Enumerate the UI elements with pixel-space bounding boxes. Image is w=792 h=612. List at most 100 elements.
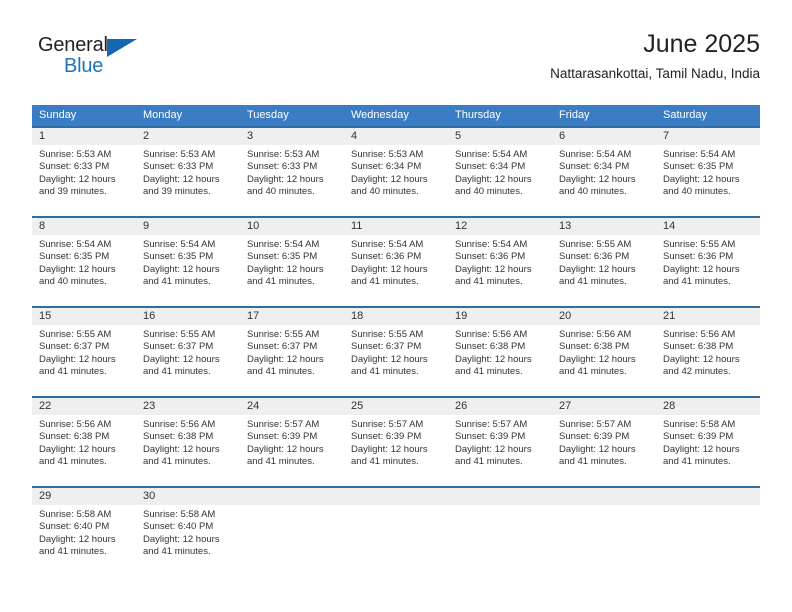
calendar-day-cell[interactable]: 13 Sunrise: 5:55 AM Sunset: 6:36 PM Dayligh… <box>552 216 656 307</box>
calendar-day-cell[interactable]: 19 Sunrise: 5:56 AM Sunset: 6:38 PM Dayligh… <box>448 306 552 397</box>
day-number: 6 <box>552 128 656 145</box>
calendar-week-row: 29 Sunrise: 5:58 AM Sunset: 6:40 PM Dayligh… <box>32 486 760 573</box>
sunset-text: Sunset: 6:40 PM <box>39 521 110 533</box>
daylight-text-line2: and 42 minutes. <box>663 366 731 378</box>
sunset-text: Sunset: 6:37 PM <box>39 341 110 353</box>
calendar-day-cell[interactable]: 3 Sunrise: 5:53 AM Sunset: 6:33 PM Daylight… <box>240 126 344 217</box>
sunrise-text: Sunrise: 5:53 AM <box>143 149 216 160</box>
day-details: Sunrise: 5:53 AM Sunset: 6:34 PM Daylight:… <box>344 145 448 199</box>
calendar-day-cell[interactable]: 11 Sunrise: 5:54 AM Sunset: 6:36 PM Dayligh… <box>344 216 448 307</box>
calendar-day-cell[interactable]: 24 Sunrise: 5:57 AM Sunset: 6:39 PM Dayligh… <box>240 396 344 487</box>
daylight-text-line2: and 41 minutes. <box>351 456 419 468</box>
daylight-text-line1: Daylight: 12 hours <box>559 353 636 365</box>
day-details: Sunrise: 5:57 AM Sunset: 6:39 PM Daylight:… <box>552 415 656 469</box>
calendar-day-cell[interactable]: 5 Sunrise: 5:54 AM Sunset: 6:34 PM Daylight… <box>448 126 552 217</box>
sunset-text: Sunset: 6:39 PM <box>351 431 422 443</box>
calendar-day-cell[interactable]: 6 Sunrise: 5:54 AM Sunset: 6:34 PM Daylight… <box>552 126 656 217</box>
day-details <box>448 505 552 509</box>
day-number: 22 <box>32 398 136 415</box>
day-number: 26 <box>448 398 552 415</box>
sunset-text: Sunset: 6:36 PM <box>559 251 630 263</box>
day-details: Sunrise: 5:56 AM Sunset: 6:38 PM Daylight:… <box>552 325 656 379</box>
weekday-header-saturday: Saturday <box>656 105 760 127</box>
sunset-text: Sunset: 6:35 PM <box>143 251 214 263</box>
daylight-text-line1: Daylight: 12 hours <box>351 263 428 275</box>
calendar-day-cell-empty <box>552 486 656 573</box>
calendar-day-cell[interactable]: 22 Sunrise: 5:56 AM Sunset: 6:38 PM Dayligh… <box>32 396 136 487</box>
day-details: Sunrise: 5:54 AM Sunset: 6:34 PM Daylight:… <box>448 145 552 199</box>
day-number: 14 <box>656 218 760 235</box>
calendar-day-cell[interactable]: 9 Sunrise: 5:54 AM Sunset: 6:35 PM Daylight… <box>136 216 240 307</box>
daylight-text-line1: Daylight: 12 hours <box>663 353 740 365</box>
day-number: 29 <box>32 488 136 505</box>
day-details: Sunrise: 5:54 AM Sunset: 6:35 PM Daylight:… <box>32 235 136 289</box>
brand-name-general: General <box>38 34 108 56</box>
daylight-text-line2: and 40 minutes. <box>663 186 731 198</box>
calendar-day-cell[interactable]: 27 Sunrise: 5:57 AM Sunset: 6:39 PM Dayligh… <box>552 396 656 487</box>
calendar-day-cell[interactable]: 30 Sunrise: 5:58 AM Sunset: 6:40 PM Dayligh… <box>136 486 240 573</box>
daylight-text-line1: Daylight: 12 hours <box>143 263 220 275</box>
calendar-day-cell[interactable]: 28 Sunrise: 5:58 AM Sunset: 6:39 PM Dayligh… <box>656 396 760 487</box>
sunrise-text: Sunrise: 5:58 AM <box>663 419 736 430</box>
calendar-day-cell[interactable]: 2 Sunrise: 5:53 AM Sunset: 6:33 PM Daylight… <box>136 126 240 217</box>
calendar-day-cell[interactable]: 7 Sunrise: 5:54 AM Sunset: 6:35 PM Daylight… <box>656 126 760 217</box>
sunrise-text: Sunrise: 5:54 AM <box>351 239 424 250</box>
daylight-text-line2: and 41 minutes. <box>351 276 419 288</box>
day-details: Sunrise: 5:54 AM Sunset: 6:35 PM Daylight:… <box>136 235 240 289</box>
daylight-text-line1: Daylight: 12 hours <box>455 443 532 455</box>
calendar-day-cell[interactable]: 25 Sunrise: 5:57 AM Sunset: 6:39 PM Dayligh… <box>344 396 448 487</box>
calendar-day-cell[interactable]: 10 Sunrise: 5:54 AM Sunset: 6:35 PM Dayligh… <box>240 216 344 307</box>
daylight-text-line2: and 41 minutes. <box>455 456 523 468</box>
day-number: 15 <box>32 308 136 325</box>
title-block: June 2025 Nattarasankottai, Tamil Nadu, … <box>550 28 760 83</box>
daylight-text-line1: Daylight: 12 hours <box>351 443 428 455</box>
calendar-day-cell[interactable]: 14 Sunrise: 5:55 AM Sunset: 6:36 PM Dayligh… <box>656 216 760 307</box>
calendar-day-cell[interactable]: 23 Sunrise: 5:56 AM Sunset: 6:38 PM Dayligh… <box>136 396 240 487</box>
daylight-text-line2: and 40 minutes. <box>455 186 523 198</box>
sunset-text: Sunset: 6:34 PM <box>559 161 630 173</box>
sunrise-text: Sunrise: 5:55 AM <box>39 329 112 340</box>
calendar-day-cell[interactable]: 21 Sunrise: 5:56 AM Sunset: 6:38 PM Dayligh… <box>656 306 760 397</box>
calendar-day-cell[interactable]: 4 Sunrise: 5:53 AM Sunset: 6:34 PM Daylight… <box>344 126 448 217</box>
sunrise-text: Sunrise: 5:57 AM <box>559 419 632 430</box>
calendar-day-cell[interactable]: 8 Sunrise: 5:54 AM Sunset: 6:35 PM Daylight… <box>32 216 136 307</box>
daylight-text-line2: and 41 minutes. <box>559 276 627 288</box>
calendar-week-row: 1 Sunrise: 5:53 AM Sunset: 6:33 PM Daylight… <box>32 126 760 217</box>
sunset-text: Sunset: 6:36 PM <box>663 251 734 263</box>
day-number: 20 <box>552 308 656 325</box>
daylight-text-line2: and 41 minutes. <box>143 366 211 378</box>
daylight-text-line2: and 41 minutes. <box>39 456 107 468</box>
sunrise-text: Sunrise: 5:56 AM <box>39 419 112 430</box>
day-number: 23 <box>136 398 240 415</box>
calendar-day-cell[interactable]: 16 Sunrise: 5:55 AM Sunset: 6:37 PM Dayligh… <box>136 306 240 397</box>
daylight-text-line1: Daylight: 12 hours <box>39 533 116 545</box>
day-number <box>656 488 760 505</box>
calendar-day-cell[interactable]: 17 Sunrise: 5:55 AM Sunset: 6:37 PM Dayligh… <box>240 306 344 397</box>
daylight-text-line1: Daylight: 12 hours <box>39 263 116 275</box>
daylight-text-line2: and 41 minutes. <box>455 366 523 378</box>
daylight-text-line2: and 41 minutes. <box>247 366 315 378</box>
sunset-text: Sunset: 6:39 PM <box>455 431 526 443</box>
calendar-day-cell[interactable]: 12 Sunrise: 5:54 AM Sunset: 6:36 PM Dayligh… <box>448 216 552 307</box>
daylight-text-line2: and 41 minutes. <box>247 276 315 288</box>
day-details: Sunrise: 5:53 AM Sunset: 6:33 PM Daylight:… <box>240 145 344 199</box>
calendar-day-cell[interactable]: 1 Sunrise: 5:53 AM Sunset: 6:33 PM Daylight… <box>32 126 136 217</box>
calendar-day-cell[interactable]: 29 Sunrise: 5:58 AM Sunset: 6:40 PM Dayligh… <box>32 486 136 573</box>
sunset-text: Sunset: 6:36 PM <box>455 251 526 263</box>
calendar-day-cell[interactable]: 26 Sunrise: 5:57 AM Sunset: 6:39 PM Dayligh… <box>448 396 552 487</box>
daylight-text-line2: and 40 minutes. <box>559 186 627 198</box>
calendar-day-cell[interactable]: 18 Sunrise: 5:55 AM Sunset: 6:37 PM Dayligh… <box>344 306 448 397</box>
sunset-text: Sunset: 6:37 PM <box>247 341 318 353</box>
brand-logo[interactable]: General Blue <box>38 34 148 80</box>
calendar-day-cell[interactable]: 15 Sunrise: 5:55 AM Sunset: 6:37 PM Dayligh… <box>32 306 136 397</box>
day-details: Sunrise: 5:57 AM Sunset: 6:39 PM Daylight:… <box>448 415 552 469</box>
day-number: 30 <box>136 488 240 505</box>
day-details: Sunrise: 5:54 AM Sunset: 6:36 PM Daylight:… <box>344 235 448 289</box>
sunset-text: Sunset: 6:40 PM <box>143 521 214 533</box>
sunset-text: Sunset: 6:37 PM <box>351 341 422 353</box>
day-details: Sunrise: 5:55 AM Sunset: 6:37 PM Daylight:… <box>32 325 136 379</box>
sunrise-text: Sunrise: 5:54 AM <box>39 239 112 250</box>
day-details: Sunrise: 5:56 AM Sunset: 6:38 PM Daylight:… <box>136 415 240 469</box>
calendar-day-cell[interactable]: 20 Sunrise: 5:56 AM Sunset: 6:38 PM Dayligh… <box>552 306 656 397</box>
day-details: Sunrise: 5:54 AM Sunset: 6:36 PM Daylight:… <box>448 235 552 289</box>
